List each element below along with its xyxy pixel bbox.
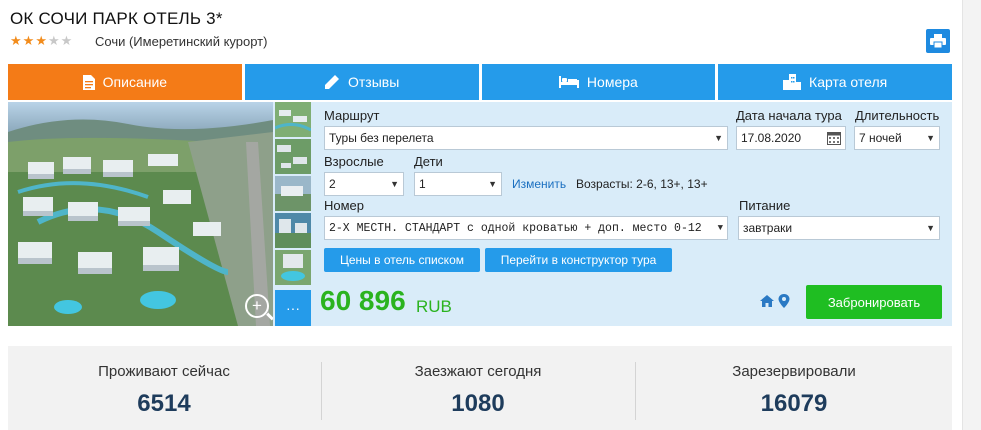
list-prices-button[interactable]: Цены в отель списком xyxy=(324,248,480,272)
tab-label: Описание xyxy=(102,74,168,90)
children-value: 1 xyxy=(419,177,426,191)
photo-thumbnail[interactable] xyxy=(275,213,311,248)
children-select[interactable]: 1 ▼ xyxy=(414,172,502,196)
bed-icon xyxy=(558,76,579,88)
chevron-down-icon: ▼ xyxy=(926,223,935,233)
stat-value: 1080 xyxy=(451,390,505,417)
room-select[interactable]: 2-Х МЕСТН. СТАНДАРТ с одной кроватью + д… xyxy=(324,216,728,240)
buildings-icon xyxy=(783,74,802,90)
print-button[interactable] xyxy=(926,29,950,53)
star-filled-icon: ★ xyxy=(10,33,22,48)
children-label: Дети xyxy=(414,154,443,169)
chevron-down-icon: ▼ xyxy=(926,133,935,143)
route-label: Маршрут xyxy=(324,108,380,123)
stat-label: Проживают сейчас xyxy=(98,363,230,380)
zoom-in-icon[interactable]: + xyxy=(245,294,269,318)
zoom-plus-glyph: + xyxy=(252,296,262,315)
photo-thumbnail[interactable] xyxy=(275,139,311,174)
stat-label: Заезжают сегодня xyxy=(414,363,542,380)
tab-rooms[interactable]: Номера xyxy=(481,64,716,100)
printer-icon xyxy=(930,34,946,48)
change-ages-link[interactable]: Изменить xyxy=(512,177,566,191)
stat-reserved: Зарезервировали 16079 xyxy=(636,346,952,430)
date-input[interactable]: 17.08.2020 xyxy=(736,126,846,150)
hotel-stats: Проживают сейчас 6514 Заезжают сегодня 1… xyxy=(8,346,952,430)
hotel-tabs: Описание Отзывы Номера Карта отеля xyxy=(8,64,952,100)
room-label: Номер xyxy=(324,198,365,213)
adults-label: Взрослые xyxy=(324,154,384,169)
chevron-down-icon: ▼ xyxy=(488,179,497,189)
tab-label: Карта отеля xyxy=(809,74,888,90)
stat-arriving-today: Заезжают сегодня 1080 xyxy=(322,346,634,430)
adults-value: 2 xyxy=(329,177,336,191)
tab-label: Номера xyxy=(586,74,638,90)
room-value: 2-Х МЕСТН. СТАНДАРТ с одной кроватью + д… xyxy=(329,221,702,235)
chevron-down-icon: ▼ xyxy=(717,223,723,233)
duration-label: Длительность xyxy=(855,108,940,123)
route-value: Туры без перелета xyxy=(329,131,434,145)
photo-thumbnail[interactable] xyxy=(275,176,311,211)
document-icon xyxy=(82,74,95,90)
page-scrollbar-area xyxy=(962,0,981,430)
star-filled-icon: ★ xyxy=(22,33,35,48)
hotel-main-photo[interactable]: + xyxy=(8,102,273,326)
photo-thumbnail[interactable] xyxy=(275,250,311,285)
chevron-down-icon: ▼ xyxy=(714,133,723,143)
hotel-location: Сочи (Имеретинский курорт) xyxy=(95,34,268,49)
hotel-rating: ★ ★ ★ ★ ★ xyxy=(10,34,72,48)
location-pin-icon[interactable] xyxy=(778,294,790,308)
tab-label: Отзывы xyxy=(347,74,400,90)
tour-constructor-button[interactable]: Перейти в конструктор тура xyxy=(485,248,672,272)
price-currency: RUB xyxy=(416,297,452,316)
date-value: 17.08.2020 xyxy=(741,131,802,145)
star-empty-icon: ★ xyxy=(60,33,73,48)
book-button[interactable]: Забронировать xyxy=(806,285,942,319)
chevron-down-icon: ▼ xyxy=(390,179,399,189)
stat-value: 6514 xyxy=(137,390,191,417)
adults-select[interactable]: 2 ▼ xyxy=(324,172,404,196)
route-select[interactable]: Туры без перелета ▼ xyxy=(324,126,728,150)
stat-value: 16079 xyxy=(760,390,828,417)
hotel-aerial-photo xyxy=(8,102,273,326)
meal-label: Питание xyxy=(739,198,791,213)
more-photos-button[interactable]: ··· xyxy=(275,290,311,326)
duration-select[interactable]: 7 ночей ▼ xyxy=(854,126,940,150)
date-label: Дата начала тура xyxy=(736,108,842,123)
meal-value: завтраки xyxy=(743,221,793,235)
price-amount: 60 896 xyxy=(320,285,406,316)
pencil-icon xyxy=(324,75,339,89)
children-ages-text: Возрасты: 2-6, 13+, 13+ xyxy=(576,177,708,191)
tab-reviews[interactable]: Отзывы xyxy=(244,64,479,100)
photo-thumbnail[interactable] xyxy=(275,102,311,137)
star-empty-icon: ★ xyxy=(47,33,60,48)
tab-description[interactable]: Описание xyxy=(8,64,242,100)
meal-select[interactable]: завтраки ▼ xyxy=(738,216,940,240)
tab-hotel-map[interactable]: Карта отеля xyxy=(718,64,952,100)
home-icon[interactable] xyxy=(760,295,774,307)
stat-living-now: Проживают сейчас 6514 xyxy=(8,346,320,430)
stat-label: Зарезервировали xyxy=(732,363,856,380)
duration-value: 7 ночей xyxy=(859,131,902,145)
hotel-title: ОК СОЧИ ПАРК ОТЕЛЬ 3* xyxy=(10,9,223,28)
calendar-icon xyxy=(827,132,841,145)
star-filled-icon: ★ xyxy=(35,33,47,48)
